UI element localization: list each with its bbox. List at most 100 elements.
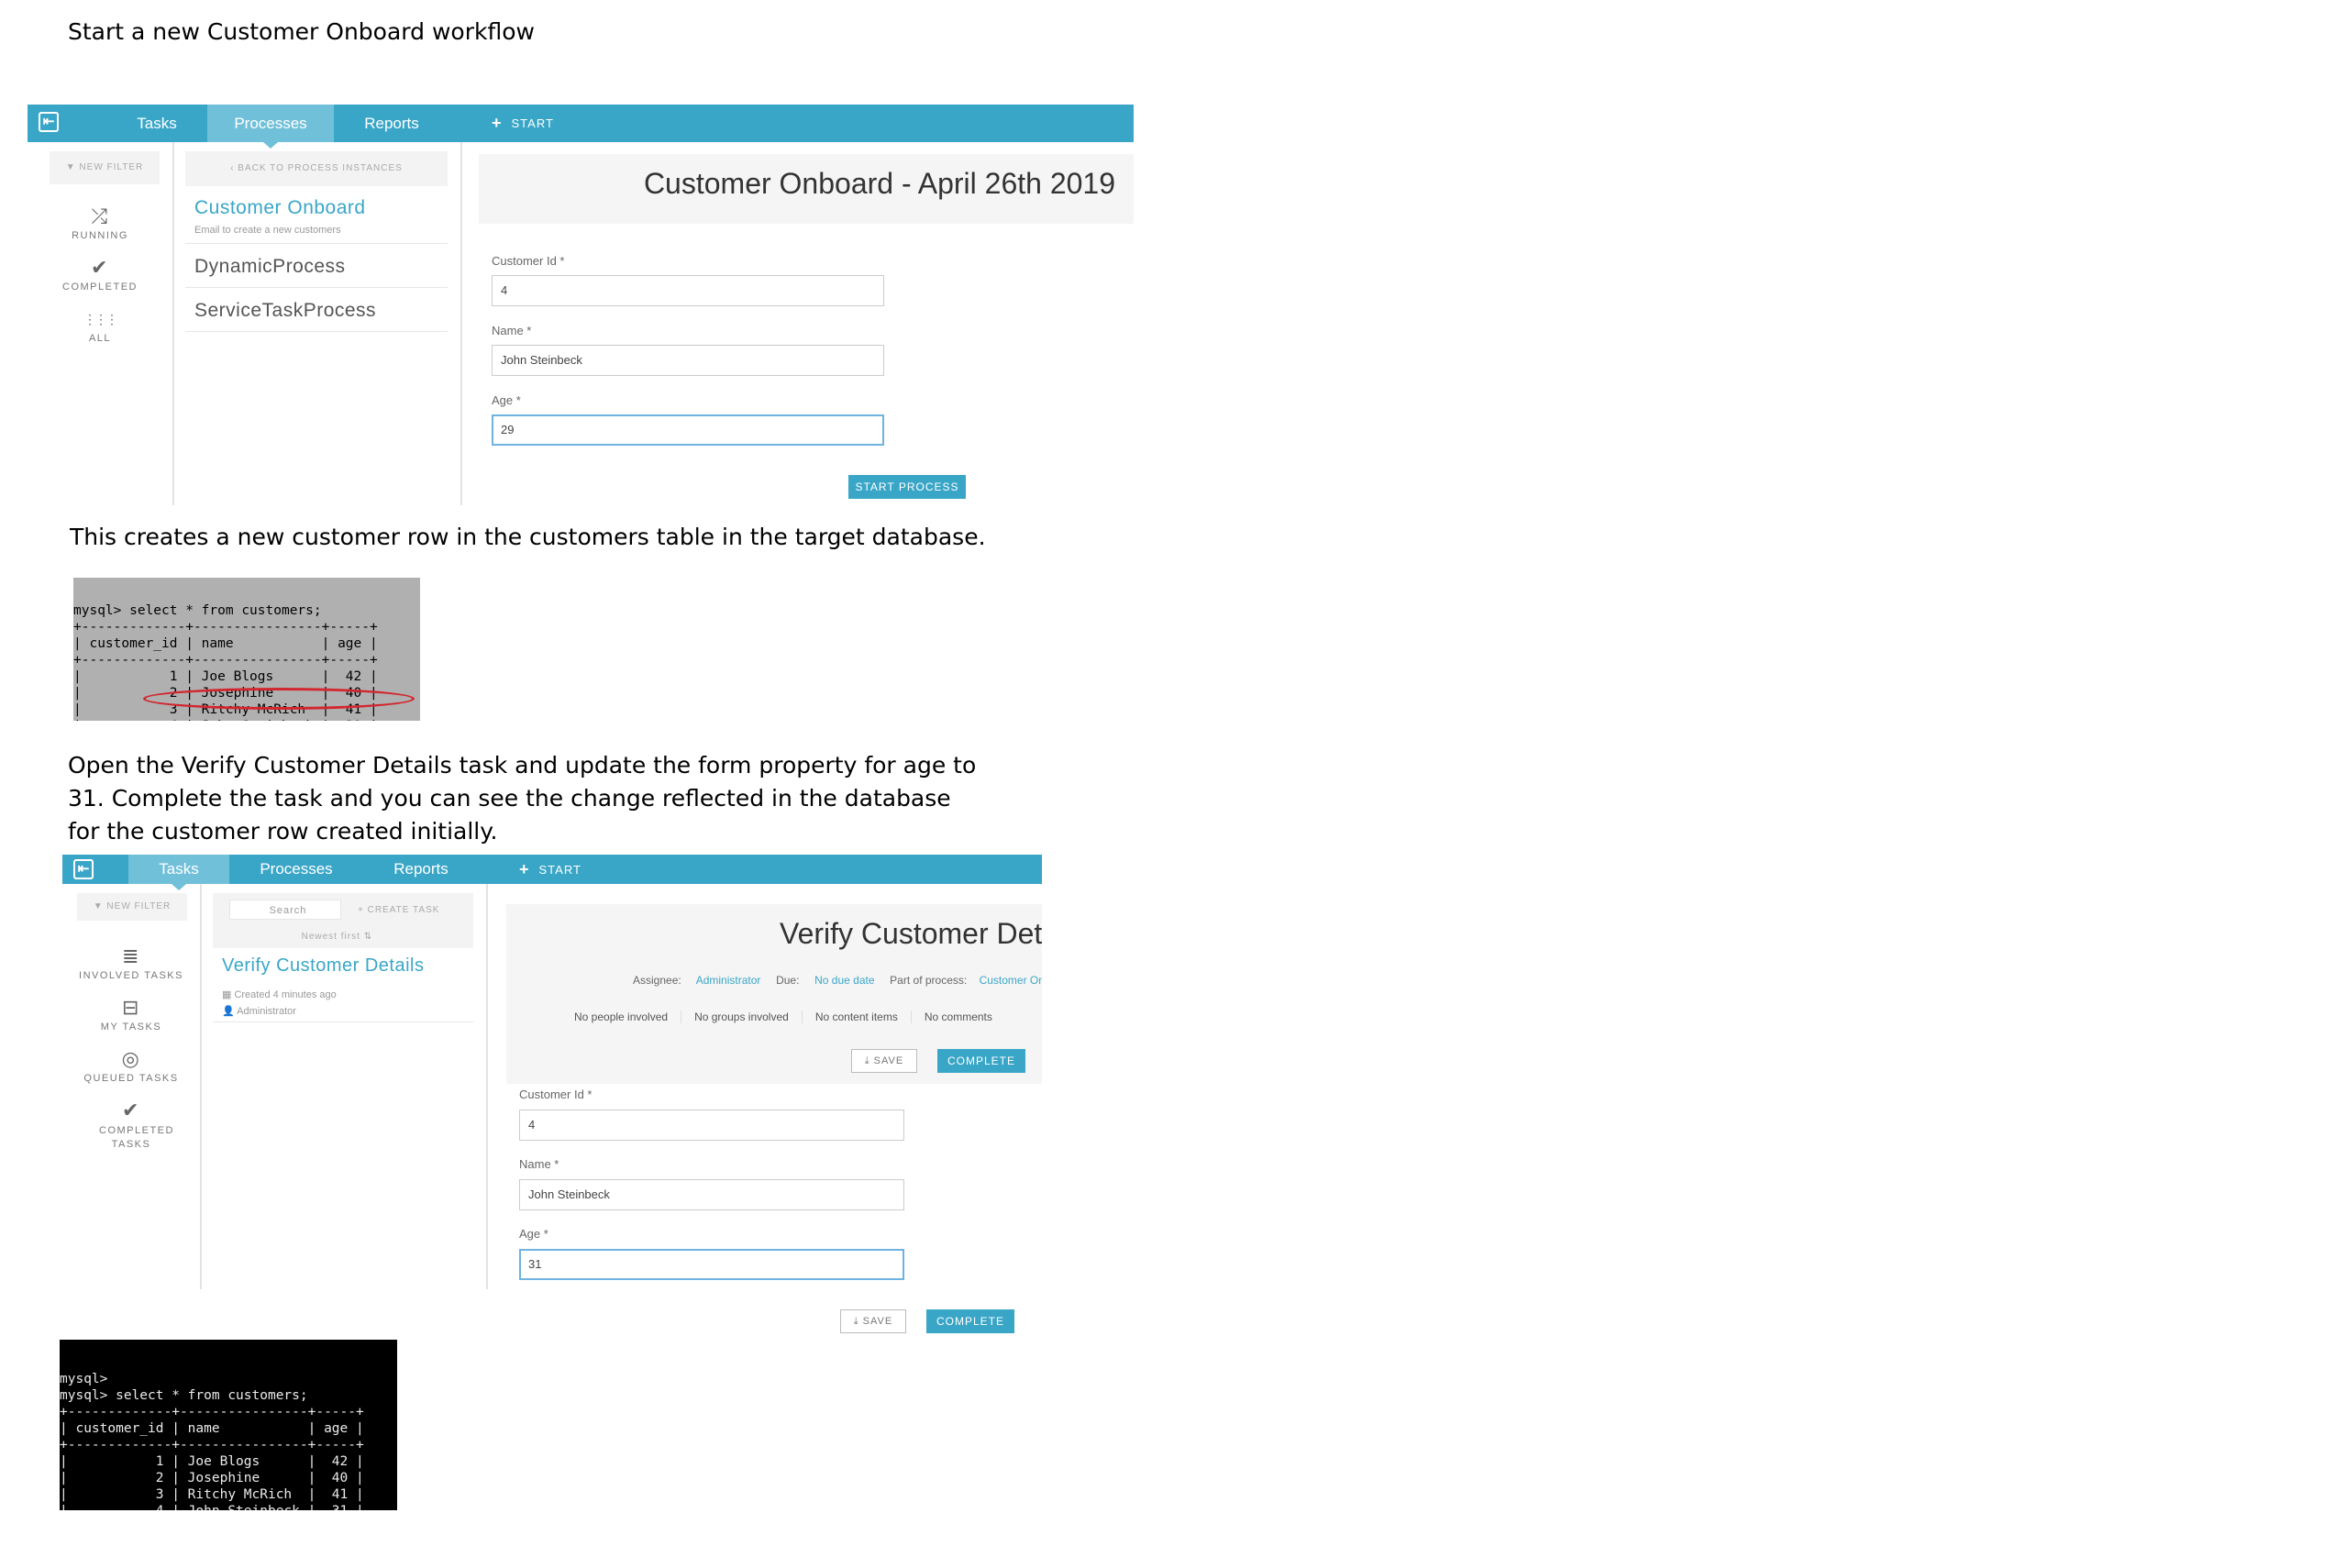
task-assignee: 👤 Administrator bbox=[222, 1005, 296, 1017]
task-item-verify-customer[interactable]: Verify Customer Details ▦ Created 4 minu… bbox=[213, 948, 473, 1022]
customer-id-field[interactable]: 4 bbox=[492, 275, 884, 306]
start-button[interactable]: + START bbox=[492, 105, 554, 142]
process-title: Customer Onboard bbox=[194, 197, 366, 218]
task-header-title: Verify Customer Details bbox=[780, 917, 1042, 950]
process-title: DynamicProcess bbox=[194, 256, 346, 277]
filter-completed-tasks[interactable]: ✔ COMPLETED TASKS bbox=[99, 1099, 172, 1152]
task-search-bar: Search + CREATE TASK bbox=[213, 893, 473, 926]
start-label: START bbox=[511, 116, 554, 130]
new-filter-button[interactable]: ▼ NEW FILTER bbox=[77, 893, 187, 921]
tab-reports[interactable]: Reports bbox=[363, 855, 479, 884]
tab-reports[interactable]: Reports bbox=[334, 105, 449, 142]
process-list: ‹ BACK TO PROCESS INSTANCES Customer Onb… bbox=[174, 142, 462, 505]
assignee-label: Assignee: bbox=[633, 974, 681, 987]
filter-completed[interactable]: ✔ COMPLETED bbox=[28, 256, 172, 293]
caption-step-3: Open the Verify Customer Details task an… bbox=[68, 752, 977, 845]
process-header-title: Customer Onboard - April 26th 2019 bbox=[643, 167, 1115, 200]
process-label: Part of process: bbox=[890, 974, 968, 987]
process-subtitle: Email to create a new customers bbox=[194, 225, 341, 236]
due-date-link[interactable]: No due date bbox=[814, 974, 874, 987]
complete-button-bottom[interactable]: COMPLETE bbox=[926, 1309, 1014, 1333]
tab-tasks[interactable]: Tasks bbox=[106, 105, 207, 142]
process-item-service-task[interactable]: ServiceTaskProcess bbox=[185, 287, 448, 332]
due-label: Due: bbox=[776, 974, 800, 987]
assignee-link[interactable]: Administrator bbox=[696, 974, 761, 987]
caption-step-2: This creates a new customer row in the c… bbox=[70, 524, 986, 550]
plus-icon: + bbox=[492, 114, 503, 132]
list-icon: ≣ bbox=[122, 944, 140, 967]
customer-id-label: Customer Id * bbox=[519, 1088, 593, 1101]
inbox-icon: ⊟ bbox=[122, 996, 140, 1019]
task-app-screenshot: ⇤ Tasks Processes Reports + START ▼ NEW F… bbox=[62, 855, 1042, 1350]
process-header: Customer Onboard - April 26th 2019 bbox=[479, 154, 1134, 224]
age-label: Age * bbox=[492, 393, 521, 407]
name-field[interactable]: John Steinbeck bbox=[519, 1179, 904, 1210]
user-icon: 👤 bbox=[222, 1006, 238, 1017]
plus-icon: + bbox=[519, 860, 530, 878]
filter-involved-tasks[interactable]: ≣ INVOLVED TASKS bbox=[62, 944, 200, 981]
search-input[interactable]: Search bbox=[229, 900, 341, 920]
caption-step-1: Start a new Customer Onboard workflow bbox=[68, 18, 535, 45]
age-field[interactable]: 31 bbox=[519, 1249, 904, 1280]
tab-tasks[interactable]: Tasks bbox=[128, 855, 229, 890]
save-button-bottom[interactable]: ⤓ SAVE bbox=[840, 1309, 906, 1333]
top-navbar: ⇤ Tasks Processes Reports + START bbox=[62, 855, 1042, 890]
complete-button[interactable]: COMPLETE bbox=[937, 1049, 1025, 1073]
comments-count[interactable]: No comments bbox=[912, 1010, 1005, 1023]
back-to-instances-button[interactable]: ‹ BACK TO PROCESS INSTANCES bbox=[185, 151, 448, 186]
process-item-customer-onboard[interactable]: Customer Onboard Email to create a new c… bbox=[185, 193, 448, 244]
filter-all-label: ALL bbox=[88, 333, 112, 344]
calendar-icon: ▦ bbox=[222, 989, 235, 1000]
customer-id-field[interactable]: 4 bbox=[519, 1110, 904, 1141]
task-title: Verify Customer Details bbox=[222, 955, 425, 976]
top-navbar: ⇤ Tasks Processes Reports + START bbox=[28, 105, 1134, 149]
groups-involved-count[interactable]: No groups involved bbox=[681, 1010, 803, 1023]
task-assignee-text: Administrator bbox=[237, 1006, 296, 1017]
name-field[interactable]: John Steinbeck bbox=[492, 345, 884, 376]
process-app-screenshot: ⇤ Tasks Processes Reports + START ▼ NEW F… bbox=[28, 105, 1134, 505]
logo-icon[interactable]: ⇤ bbox=[39, 112, 59, 132]
new-filter-button[interactable]: ▼ NEW FILTER bbox=[50, 151, 160, 184]
start-process-button[interactable]: START PROCESS bbox=[848, 475, 966, 499]
logo-icon[interactable]: ⇤ bbox=[73, 859, 94, 879]
process-title: ServiceTaskProcess bbox=[194, 300, 377, 321]
tab-processes[interactable]: Processes bbox=[207, 105, 334, 149]
name-label: Name * bbox=[492, 324, 532, 337]
shuffle-icon: ⤮ bbox=[91, 204, 109, 227]
customer-id-label: Customer Id * bbox=[492, 254, 565, 268]
start-label: START bbox=[538, 863, 581, 877]
process-item-dynamic[interactable]: DynamicProcess bbox=[185, 243, 448, 288]
age-field[interactable]: 29 bbox=[492, 414, 884, 446]
people-involved-count[interactable]: No people involved bbox=[561, 1010, 682, 1023]
create-task-button[interactable]: + CREATE TASK bbox=[358, 893, 439, 928]
tab-processes[interactable]: Processes bbox=[229, 855, 363, 884]
save-button[interactable]: ⤓ SAVE bbox=[851, 1049, 917, 1073]
target-icon: ◎ bbox=[121, 1047, 141, 1070]
task-header: Verify Customer Details Assignee: Admini… bbox=[506, 904, 1042, 1084]
filter-completed-label: COMPLETED bbox=[62, 282, 138, 293]
filter-all[interactable]: ⋮⋮⋮ ALL bbox=[28, 307, 172, 344]
grid-icon: ⋮⋮⋮ bbox=[83, 312, 118, 326]
mysql-output-after: mysql> mysql> select * from customers; +… bbox=[60, 1340, 397, 1510]
age-label: Age * bbox=[519, 1227, 548, 1241]
check-circle-icon: ✔ bbox=[122, 1099, 140, 1121]
task-involvement-counts: No people involved No groups involved No c… bbox=[561, 1010, 1005, 1023]
filter-queued-tasks[interactable]: ◎ QUEUED TASKS bbox=[62, 1047, 200, 1084]
task-meta: Assignee: Administrator Due: No due date… bbox=[633, 974, 1042, 987]
sort-toggle[interactable]: Newest first ⇅ bbox=[302, 926, 372, 948]
mysql-output-text: mysql> mysql> select * from customers; +… bbox=[60, 1372, 364, 1510]
filter-involved-label: INVOLVED TASKS bbox=[79, 970, 183, 981]
filter-completed-label: COMPLETED TASKS bbox=[99, 1125, 174, 1150]
process-link[interactable]: Customer Onboard bbox=[980, 974, 1042, 987]
content-items-count[interactable]: No content items bbox=[803, 1010, 912, 1023]
check-circle-icon: ✔ bbox=[91, 256, 109, 279]
task-list: Search + CREATE TASK Newest first ⇅ Veri… bbox=[202, 884, 488, 1289]
filter-my-tasks-label: MY TASKS bbox=[100, 1021, 162, 1032]
filter-running[interactable]: ⤮ RUNNING bbox=[28, 204, 172, 241]
task-created: ▦ Created 4 minutes ago bbox=[222, 988, 337, 1000]
start-button[interactable]: + START bbox=[519, 855, 581, 884]
sort-bar: Newest first ⇅ bbox=[213, 926, 473, 948]
process-filter-sidebar: ▼ NEW FILTER ⤮ RUNNING ✔ COMPLETED ⋮⋮⋮ A… bbox=[28, 142, 174, 505]
filter-my-tasks[interactable]: ⊟ MY TASKS bbox=[62, 996, 200, 1032]
filter-queued-label: QUEUED TASKS bbox=[83, 1073, 179, 1084]
